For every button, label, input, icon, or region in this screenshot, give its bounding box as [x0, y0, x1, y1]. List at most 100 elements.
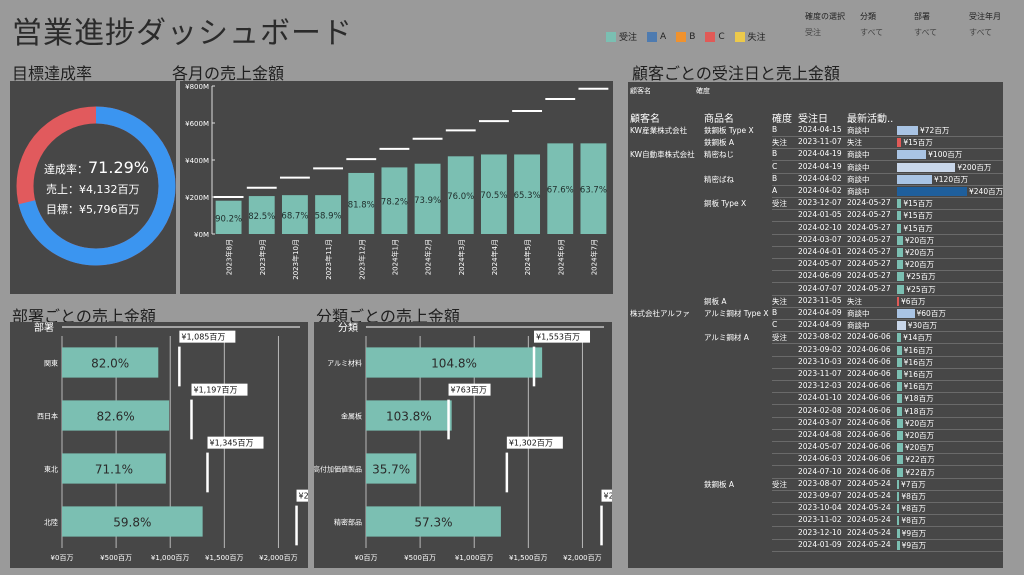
dept-bar-label: 82.6%: [96, 410, 134, 424]
table-cell-activity: 2024-06-06: [847, 430, 891, 439]
x-tick-label: 2023年10月: [291, 239, 300, 280]
legend-item-1[interactable]: A: [647, 30, 666, 43]
table-row[interactable]: 2023-11-07 2024-06-06 ¥16百万: [628, 368, 1003, 381]
col-header-grade[interactable]: 確度: [772, 110, 792, 125]
table-row[interactable]: C 2024-04-19 商談中 ¥200百万: [628, 161, 1003, 174]
table-cell-customer: 株式会社アルファ: [630, 309, 690, 318]
filter-order-month-label: 受注年月: [969, 12, 1001, 21]
x-tick-label: 2024年4月: [490, 239, 499, 275]
table-row[interactable]: 2024-07-07 2024-05-27 ¥25百万: [628, 283, 1003, 296]
table-row[interactable]: 2024-04-08 2024-06-06 ¥20百万: [628, 429, 1003, 442]
goal-panel: 達成率：71.29% 売上：¥4,132百万 目標：¥5,796百万: [10, 81, 176, 294]
filter-order-month-value[interactable]: すべて: [969, 27, 1001, 38]
table-row[interactable]: 銅板 A 失注 2023-11-05 失注 ¥6百万: [628, 295, 1003, 308]
amount-label: ¥30百万: [907, 321, 938, 331]
table-cell-date: 2023-11-07: [798, 369, 842, 378]
table-cell-grade: A: [772, 186, 778, 195]
table-row[interactable]: 2023-09-02 2024-06-06 ¥16百万: [628, 344, 1003, 357]
amount-label: ¥16百万: [903, 357, 933, 367]
amount-bar: [897, 272, 905, 282]
table-row[interactable]: 2024-02-08 2024-06-06 ¥18百万: [628, 405, 1003, 418]
table-row[interactable]: 2024-01-09 2024-05-24 ¥9百万: [628, 539, 1003, 552]
table-row[interactable]: 2024-01-10 2024-06-06 ¥18百万: [628, 392, 1003, 406]
table-row[interactable]: 2023-12-03 2024-06-06 ¥16百万: [628, 380, 1003, 394]
table-row[interactable]: 株式会社アルファ アルミ鋼材 Type X B 2024-04-09 商談中 ¥60百万: [628, 307, 1003, 320]
table-row[interactable]: 鉄鋼板 A 受注 2023-08-07 2024-05-24 ¥7百万: [628, 478, 1003, 491]
table-cell-date: 2024-04-19: [798, 149, 842, 159]
table-row[interactable]: KW産業株式会社 鉄鋼板 Type X B 2024-04-15 商談中 ¥72百万: [628, 124, 1003, 137]
col-header-order-date[interactable]: 受注日: [798, 110, 828, 125]
filter-order-month[interactable]: 受注年月 すべて: [969, 11, 1001, 38]
monthly-bar-label: 82.5%: [248, 212, 275, 222]
table-cell-activity: 2024-06-06: [847, 442, 891, 452]
table-row[interactable]: 2024-03-07 2024-06-06 ¥20百万: [628, 417, 1003, 430]
table-row[interactable]: 2024-06-03 2024-06-06 ¥22百万: [628, 453, 1003, 467]
legend-item-0[interactable]: 受注: [606, 30, 637, 43]
table-row[interactable]: 2023-11-02 2024-05-24 ¥8百万: [628, 514, 1003, 528]
dept-sales-chart: 部署 ¥0百万 ¥500百万 ¥1,000百万 ¥1,500百万 ¥2,000百万 関東 82…: [34, 321, 353, 562]
table-cell-date: 2023-08-02: [798, 332, 842, 342]
table-cell-date: 2024-01-05: [798, 210, 842, 220]
filter-dept[interactable]: 部署 すべて: [914, 11, 937, 38]
amount-bar: [897, 516, 900, 526]
table-row[interactable]: 2024-06-09 2024-05-27 ¥25百万: [628, 270, 1003, 284]
legend-item-3[interactable]: C: [705, 30, 725, 43]
table-cell-date: 2024-07-10: [798, 466, 842, 476]
table-row[interactable]: アルミ鋼材 A 受注 2023-08-02 2024-06-06 ¥14百万: [628, 331, 1003, 345]
customer-name-filter[interactable]: 顧客名: [630, 86, 651, 96]
amount-label: ¥15百万: [903, 223, 933, 233]
table-row[interactable]: 銅板 Type X 受注 2023-12-07 2024-05-27 ¥15百万: [628, 197, 1003, 211]
x-tick-label: 2024年2月: [424, 239, 433, 275]
table-cell-date: 2023-10-03: [798, 356, 842, 366]
table-row[interactable]: 2024-05-07 2024-05-27 ¥20百万: [628, 258, 1003, 272]
table-row[interactable]: 2023-10-04 2024-05-24 ¥8百万: [628, 502, 1003, 516]
table-row[interactable]: 2023-12-10 2024-05-24 ¥9百万: [628, 527, 1003, 540]
dept-axis-header: 部署: [34, 322, 54, 334]
col-header-latest-activity[interactable]: 最新活動..: [847, 110, 893, 125]
amount-bar: [897, 150, 927, 160]
table-row[interactable]: C 2024-04-09 商談中 ¥30百万: [628, 319, 1003, 333]
table-cell-activity: 2024-06-06: [847, 356, 891, 366]
filter-category-label: 分類: [860, 12, 876, 21]
table-row[interactable]: 2024-04-01 2024-05-27 ¥20百万: [628, 246, 1003, 259]
table-row[interactable]: 2023-09-07 2024-05-24 ¥8百万: [628, 490, 1003, 503]
category-target-label: ¥2,177百万: [604, 492, 612, 501]
amount-bar: [897, 382, 902, 392]
table-cell-date: 2023-11-05: [798, 295, 842, 305]
table-cell-activity: 2024-06-06: [847, 405, 891, 415]
table-cell-grade: B: [772, 149, 778, 159]
table-cell-activity: 商談中: [847, 162, 870, 172]
amount-bar: [897, 418, 903, 428]
y-tick-label: ¥0M: [194, 231, 209, 239]
col-header-product[interactable]: 商品名: [704, 110, 734, 125]
filter-category[interactable]: 分類 すべて: [860, 11, 883, 38]
table-row[interactable]: 2024-07-10 2024-06-06 ¥22百万: [628, 466, 1003, 479]
table-row[interactable]: 2024-03-07 2024-05-27 ¥20百万: [628, 234, 1003, 247]
table-row[interactable]: 2023-10-03 2024-06-06 ¥16百万: [628, 356, 1003, 369]
amount-bar: [897, 174, 932, 184]
legend-item-2[interactable]: B: [676, 30, 695, 43]
table-row[interactable]: KW自動車株式会社 精密ねじ B 2024-04-19 商談中 ¥100百万: [628, 148, 1003, 162]
table-row[interactable]: 2024-02-10 2024-05-27 ¥15百万: [628, 222, 1003, 235]
table-row[interactable]: 鉄鋼板 A 失注 2023-11-07 失注 ¥15百万: [628, 136, 1003, 150]
table-cell-activity: 商談中: [847, 187, 870, 196]
filter-grade-value[interactable]: 受注: [805, 27, 845, 38]
monthly-bar-label: 65.3%: [514, 191, 541, 201]
table-cell-activity: 2024-06-06: [847, 393, 891, 403]
col-header-customer[interactable]: 顧客名: [630, 110, 660, 125]
amount-bar: [897, 260, 903, 270]
filter-category-value[interactable]: すべて: [860, 27, 883, 38]
amount-bar: [897, 504, 900, 514]
legend-item-4[interactable]: 失注: [734, 30, 766, 43]
table-row[interactable]: 2024-05-07 2024-06-06 ¥20百万: [628, 441, 1003, 455]
table-cell-date: 2024-04-08: [798, 430, 842, 439]
filter-dept-value[interactable]: すべて: [914, 27, 937, 38]
table-row[interactable]: 2024-01-05 2024-05-27 ¥15百万: [628, 209, 1003, 223]
table-cell-activity: 商談中: [847, 309, 870, 318]
amount-label: ¥200百万: [957, 162, 992, 172]
table-row[interactable]: A 2024-04-02 商談中 ¥240百万: [628, 185, 1003, 198]
filter-grade[interactable]: 確度の選択 受注: [805, 11, 845, 38]
table-row[interactable]: 精密ばね B 2024-04-02 商談中 ¥120百万: [628, 173, 1003, 186]
table-cell-grade: C: [772, 320, 778, 330]
customer-grade-filter[interactable]: 確度: [696, 86, 710, 96]
